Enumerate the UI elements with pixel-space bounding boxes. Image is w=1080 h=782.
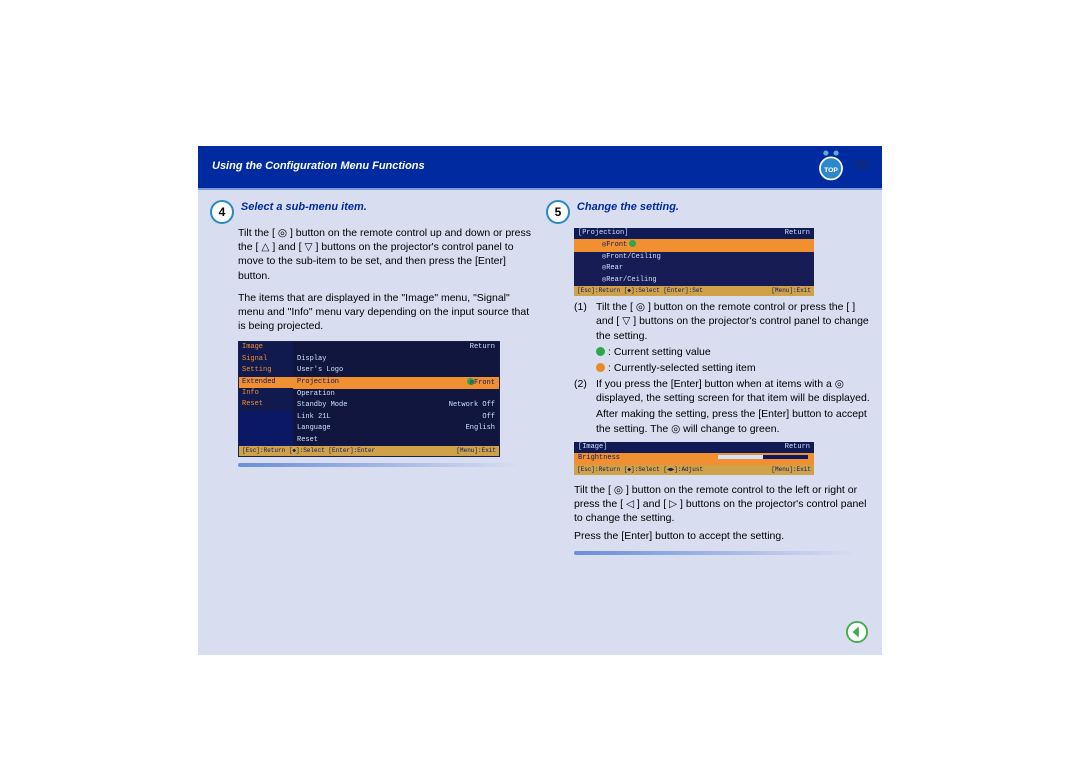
- osd-row: Reset: [293, 435, 499, 446]
- osd3-slider-row: Brightness: [574, 453, 814, 464]
- manual-page: Using the Configuration Menu Functions T…: [198, 146, 882, 655]
- osd2-option: ◎Front/Ceiling: [574, 252, 814, 263]
- step5-heading: 5 Change the setting.: [546, 200, 870, 224]
- check-icon: [629, 240, 636, 247]
- list-number: (2): [574, 377, 596, 391]
- tail-para1: Tilt the [ ◎ ] button on the remote cont…: [574, 483, 870, 526]
- legend-orange: : Currently-selected setting item: [596, 361, 870, 375]
- tail-para2: Press the [Enter] button to accept the s…: [574, 529, 870, 543]
- step-5-number: 5: [546, 200, 570, 224]
- osd-row-selected: Projection◎Front: [293, 377, 499, 389]
- section-divider: [238, 463, 534, 467]
- step4-para2: The items that are displayed in the "Ima…: [238, 291, 534, 334]
- orange-dot-icon: [596, 363, 605, 372]
- osd-side-item: Reset: [239, 399, 293, 410]
- page-number: 70: [850, 160, 872, 172]
- osd-side-item: Image: [239, 342, 293, 353]
- osd-row: User's Logo: [293, 365, 499, 376]
- osd-side-menu: Image Signal Setting Extended Info Reset: [239, 342, 293, 411]
- svg-text:TOP: TOP: [824, 167, 838, 174]
- osd-side-item-selected: Extended: [239, 377, 293, 388]
- osd-row: Standby ModeNetwork Off: [293, 400, 499, 411]
- page-header: Using the Configuration Menu Functions T…: [198, 146, 882, 190]
- osd-row: Operation: [293, 389, 499, 400]
- osd3-top: [Image] Return: [574, 442, 814, 453]
- osd-row: Link 21LOff: [293, 412, 499, 423]
- step-5-title: Change the setting.: [577, 201, 679, 213]
- osd2-option: ◎Rear: [574, 263, 814, 274]
- header-title: Using the Configuration Menu Functions: [212, 160, 425, 172]
- osd-side-item: Signal: [239, 354, 293, 365]
- step4-para1: Tilt the [ ◎ ] button on the remote cont…: [238, 226, 534, 283]
- step-4-title: Select a sub-menu item.: [241, 201, 367, 213]
- legend-green: : Current setting value: [596, 345, 870, 359]
- list-item-2b: After making the setting, press the [Ent…: [596, 407, 870, 435]
- osd-return: Return: [293, 342, 499, 353]
- page-content: 4 Select a sub-menu item. Tilt the [ ◎ ]…: [198, 190, 882, 575]
- osd-menu-extended: Image Signal Setting Extended Info Reset…: [238, 341, 500, 457]
- osd2-top: [Projection] Return: [574, 228, 814, 239]
- slider-bar-icon: [718, 455, 808, 459]
- list-number: (1): [574, 300, 596, 314]
- osd3-bottom-bar: [Esc]:Return [◆]:Select [◀▶]:Adjust [Men…: [574, 465, 814, 475]
- osd2-bottom-bar: [Esc]:Return [◆]:Select [Enter]:Set [Men…: [574, 286, 814, 296]
- osd-bottom-bar: [Esc]:Return [◆]:Select [Enter]:Enter [M…: [239, 446, 499, 456]
- osd-row: Display: [293, 354, 499, 365]
- back-nav-icon[interactable]: [846, 621, 868, 643]
- osd2-option-selected: ◎Front: [574, 239, 814, 251]
- step4-heading: 4 Select a sub-menu item.: [210, 200, 534, 224]
- osd-brightness: [Image] Return Brightness [Esc]:Return […: [574, 442, 814, 475]
- green-dot-icon: [596, 347, 605, 356]
- osd2-option: ◎Rear/Ceiling: [574, 275, 814, 286]
- osd-side-item: Info: [239, 388, 293, 399]
- top-badge-icon: TOP: [814, 148, 848, 182]
- list-item-1: (1) Tilt the [ ◎ ] button on the remote …: [574, 300, 870, 343]
- list-text: If you press the [Enter] button when at …: [596, 377, 870, 405]
- list-item-2: (2) If you press the [Enter] button when…: [574, 377, 870, 405]
- left-column: 4 Select a sub-menu item. Tilt the [ ◎ ]…: [210, 200, 534, 565]
- right-column: 5 Change the setting. [Projection] Retur…: [546, 200, 870, 565]
- osd-main-panel: Return Display User's Logo Projection◎Fr…: [293, 342, 499, 446]
- section-divider: [574, 551, 870, 555]
- step-4-number: 4: [210, 200, 234, 224]
- osd-projection-menu: [Projection] Return ◎Front ◎Front/Ceilin…: [574, 228, 814, 296]
- osd-side-item: Setting: [239, 365, 293, 376]
- osd-row: LanguageEnglish: [293, 423, 499, 434]
- list-text: Tilt the [ ◎ ] button on the remote cont…: [596, 300, 870, 343]
